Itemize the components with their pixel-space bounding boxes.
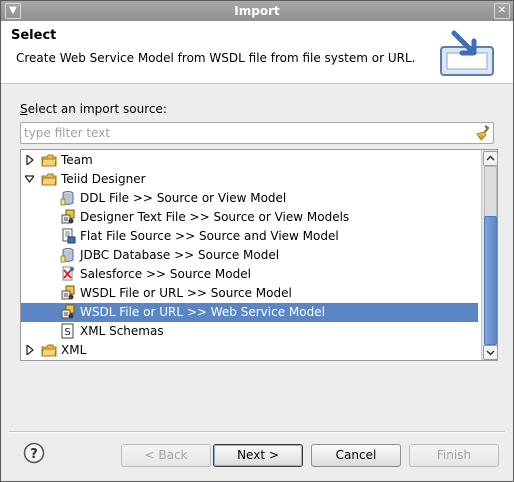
cancel-button[interactable]: Cancel (311, 444, 401, 467)
schema-icon: S (61, 323, 74, 339)
scroll-down-button[interactable] (483, 345, 498, 360)
tree-item-label: Salesforce >> Source Model (80, 267, 251, 281)
back-button[interactable]: < Back (121, 444, 211, 467)
tree-item-label: XML (61, 343, 87, 357)
tree-item-label: XML Schemas (80, 324, 164, 338)
folder-icon (41, 344, 57, 357)
tree-item[interactable]: Designer Text File >> Source or View Mod… (21, 208, 478, 227)
collapsed-triangle-icon[interactable] (25, 345, 34, 355)
window-title: Import (234, 4, 280, 18)
svg-text:S: S (64, 327, 70, 338)
scrollbar-thumb[interactable] (484, 216, 497, 345)
package-icon (61, 285, 75, 300)
tree-item-label: Teiid Designer (61, 172, 146, 186)
tree-item[interactable]: WSDL File or URL >> Source Model (21, 284, 478, 303)
expanded-triangle-icon[interactable] (25, 174, 34, 184)
tree-item-label: Team (61, 153, 93, 167)
folder-icon (41, 154, 57, 167)
filter-input[interactable] (24, 124, 464, 141)
tree-item[interactable]: S XML Schemas (21, 322, 478, 341)
wizard-header: Select Create Web Service Model from WSD… (1, 21, 513, 84)
chevron-up-icon (486, 155, 495, 161)
scroll-up-button[interactable] (483, 151, 498, 166)
import-source-tree[interactable]: Team Teiid Designer DDL File >> Source or … (20, 149, 498, 361)
tree-item[interactable]: XML (21, 341, 478, 360)
tree-item[interactable]: JDBC Database >> Source Model (21, 246, 478, 265)
close-icon[interactable]: ✕ (494, 3, 510, 19)
tree-item-label: JDBC Database >> Source Model (80, 248, 280, 262)
tree-item[interactable]: Salesforce >> Source Model (21, 265, 478, 284)
scrollbar-track-upper[interactable] (484, 166, 497, 218)
chevron-down-icon (486, 350, 495, 356)
tree-item-label: Designer Text File >> Source or View Mod… (80, 210, 350, 224)
button-bar-separator (9, 431, 505, 433)
vertical-scrollbar[interactable] (481, 150, 498, 360)
package-icon (61, 209, 75, 224)
tree-item-label: DDL File >> Source or View Model (80, 191, 287, 205)
package-icon (61, 304, 75, 319)
page-description: Create Web Service Model from WSDL file … (16, 51, 416, 65)
import-dialog: ▼ Import ✕ Select Create Web Service Mod… (0, 0, 514, 482)
tree-list: Team Teiid Designer DDL File >> Source or … (21, 150, 478, 360)
salesforce-icon (62, 266, 74, 281)
tree-item[interactable]: WSDL File or URL >> Web Service Model (21, 303, 478, 322)
collapsed-triangle-icon[interactable] (25, 155, 34, 165)
svg-text:?: ? (30, 447, 38, 462)
tree-item[interactable]: Team (21, 151, 478, 170)
filter-box (20, 122, 494, 144)
tree-item-label: WSDL File or URL >> Source Model (80, 286, 292, 300)
tree-item[interactable]: Teiid Designer (21, 170, 478, 189)
db-icon (60, 248, 74, 263)
import-source-label: Select an import source: (20, 102, 167, 116)
db-icon (60, 191, 74, 206)
help-icon[interactable]: ? (23, 442, 45, 464)
flatfile-icon (62, 228, 76, 244)
folder-icon (41, 173, 57, 186)
title-bar: ▼ Import ✕ (1, 1, 513, 21)
clear-filter-icon[interactable] (474, 125, 490, 141)
tree-item[interactable]: DDL File >> Source or View Model (21, 189, 478, 208)
tree-item-label: Flat File Source >> Source and View Mode… (80, 229, 339, 243)
import-wizard-icon (440, 30, 494, 76)
tree-item-label: WSDL File or URL >> Web Service Model (80, 305, 325, 319)
next-button[interactable]: Next > (213, 444, 303, 467)
tree-item[interactable]: Flat File Source >> Source and View Mode… (21, 227, 478, 246)
page-title: Select (11, 28, 57, 43)
finish-button[interactable]: Finish (409, 444, 499, 467)
